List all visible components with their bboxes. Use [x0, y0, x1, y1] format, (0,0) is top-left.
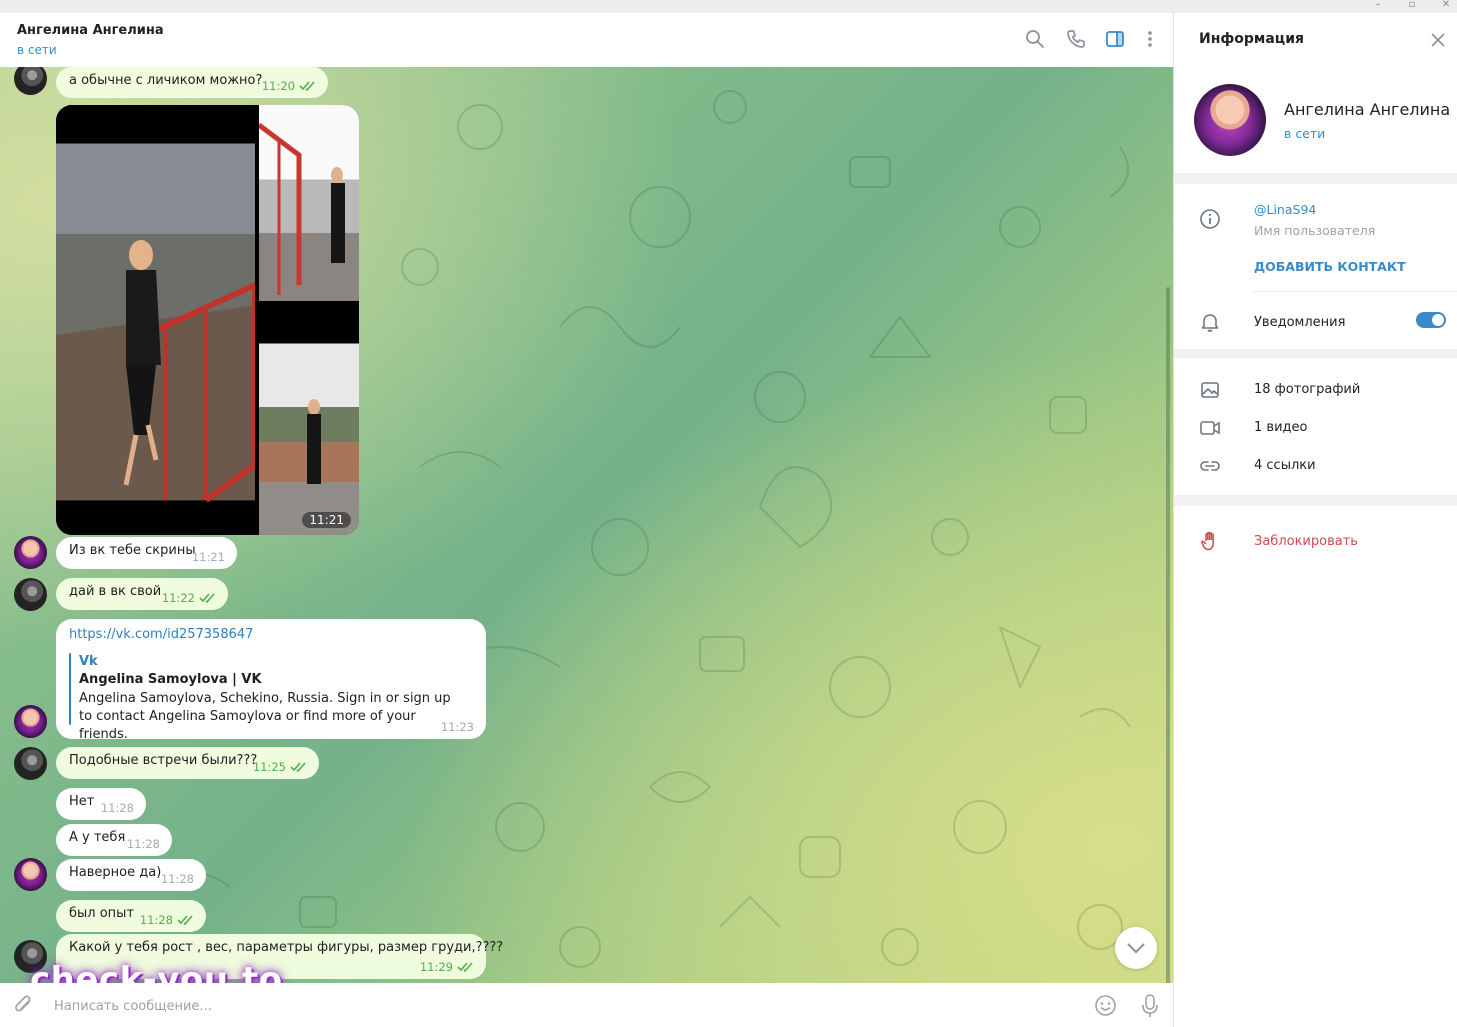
- peer-name[interactable]: Ангелина Ангелина: [17, 23, 164, 38]
- message-incoming[interactable]: А у тебя 11:28: [56, 824, 172, 856]
- message-text: был опыт: [69, 906, 135, 921]
- profile-username[interactable]: @LinaS94: [1254, 202, 1316, 217]
- message-outgoing[interactable]: а обычне с личиком можно? 11:20: [56, 67, 328, 98]
- message-text: Наверное да): [69, 865, 162, 880]
- message-outgoing[interactable]: был опыт 11:28: [56, 900, 206, 932]
- preview-description: Angelina Samoylova, Schekino, Russia. Si…: [79, 691, 451, 742]
- message-time: 11:28: [126, 837, 160, 851]
- message-text: а обычне с личиком можно?: [69, 73, 263, 88]
- block-hand-icon: [1199, 530, 1221, 552]
- double-check-icon: [177, 915, 194, 925]
- info-panel: Информация Ангелина Ангелина в сети @Lin…: [1173, 13, 1457, 1027]
- video-icon: [1199, 417, 1221, 439]
- shared-videos-link[interactable]: 1 видео: [1254, 420, 1307, 435]
- sidebar-toggle-icon[interactable]: [1104, 28, 1126, 50]
- message-link-preview[interactable]: https://vk.com/id257358647 Vk Angelina S…: [56, 619, 486, 742]
- phone-icon[interactable]: [1065, 28, 1087, 50]
- attach-icon[interactable]: [14, 995, 34, 1017]
- my-avatar[interactable]: [14, 578, 47, 611]
- photo-icon: [1199, 379, 1221, 401]
- minimize-icon[interactable]: –: [1372, 0, 1384, 12]
- username-label: Имя пользователя: [1254, 223, 1376, 238]
- profile-status: в сети: [1284, 126, 1326, 141]
- message-incoming[interactable]: Наверное да) 11:28: [56, 859, 206, 891]
- message-time: 11:28: [160, 872, 194, 886]
- peer-avatar[interactable]: [14, 705, 47, 738]
- message-text: дай в вк свой: [69, 584, 162, 599]
- preview-accent-bar: [69, 653, 71, 725]
- double-check-icon: [457, 962, 474, 972]
- info-media-section: 18 фотографий 1 видео 4 ссылки: [1174, 358, 1457, 495]
- photo-thumbnail[interactable]: [259, 105, 359, 318]
- info-profile-section: Информация Ангелина Ангелина в сети: [1174, 13, 1457, 173]
- notifications-toggle[interactable]: [1416, 312, 1446, 328]
- bell-icon: [1199, 311, 1221, 333]
- microphone-icon[interactable]: [1140, 993, 1160, 1019]
- peer-avatar[interactable]: [14, 536, 47, 569]
- message-outgoing[interactable]: дай в вк свой 11:22: [56, 578, 228, 610]
- message-time: 11:29: [419, 960, 453, 974]
- peer-avatar[interactable]: [14, 858, 47, 891]
- add-contact-button[interactable]: ДОБАВИТЬ КОНТАКТ: [1254, 259, 1406, 274]
- message-time: 11:21: [302, 512, 351, 528]
- divider: [1252, 291, 1457, 292]
- double-check-icon: [299, 81, 316, 91]
- message-input-bar: [0, 983, 1173, 1027]
- message-text: Из вк тебе скрины: [69, 543, 196, 558]
- my-avatar[interactable]: [14, 747, 47, 780]
- chevron-down-icon: [1127, 943, 1145, 954]
- notifications-label: Уведомления: [1254, 315, 1346, 330]
- peer-status: в сети: [17, 43, 57, 57]
- message-incoming[interactable]: Из вк тебе скрины 11:21: [56, 537, 237, 569]
- message-time: 11:20: [261, 79, 295, 93]
- double-check-icon: [199, 593, 216, 603]
- message-text: Какой у тебя рост , вес, параметры фигур…: [69, 940, 504, 955]
- preview-site-name: Vk: [79, 654, 98, 669]
- message-time: 11:21: [191, 550, 225, 564]
- message-incoming[interactable]: Нет 11:28: [56, 788, 146, 820]
- chat-scrollbar[interactable]: [1166, 287, 1170, 983]
- shared-photos-link[interactable]: 18 фотографий: [1254, 382, 1360, 397]
- scroll-to-bottom-button[interactable]: [1115, 927, 1157, 969]
- chat-messages-area[interactable]: а обычне с личиком можно? 11:20 11:21 Из…: [0, 67, 1173, 983]
- more-vertical-icon[interactable]: [1139, 28, 1161, 50]
- message-text: Подобные встречи были???: [69, 753, 258, 768]
- message-text: А у тебя: [69, 830, 126, 845]
- message-text: Нет: [69, 794, 95, 809]
- message-time: 11:25: [252, 760, 286, 774]
- message-time: 11:23: [440, 720, 474, 734]
- photo-thumbnail[interactable]: [56, 105, 255, 535]
- block-user-button[interactable]: Заблокировать: [1254, 534, 1358, 549]
- link-icon: [1199, 455, 1221, 477]
- window-title-bar: – ▫ ✕: [0, 0, 1457, 13]
- close-window-icon[interactable]: ✕: [1440, 0, 1452, 12]
- message-input[interactable]: [52, 993, 1056, 1019]
- info-icon: [1199, 208, 1221, 230]
- double-check-icon: [290, 762, 307, 772]
- maximize-icon[interactable]: ▫: [1406, 0, 1418, 12]
- search-icon[interactable]: [1024, 28, 1046, 50]
- info-details-section: @LinaS94 Имя пользователя ДОБАВИТЬ КОНТА…: [1174, 184, 1457, 349]
- message-time: 11:28: [139, 913, 173, 927]
- photo-album[interactable]: 11:21: [56, 105, 359, 535]
- photo-thumbnail[interactable]: [259, 322, 359, 535]
- chat-header: Ангелина Ангелина в сети: [0, 13, 1173, 68]
- preview-title: Angelina Samoylova | VK: [79, 672, 262, 687]
- profile-name: Ангелина Ангелина: [1284, 100, 1451, 119]
- profile-avatar[interactable]: [1194, 84, 1266, 156]
- message-outgoing[interactable]: Подобные встречи были??? 11:25: [56, 747, 319, 779]
- info-panel-title: Информация: [1199, 31, 1304, 47]
- info-actions-section: Заблокировать: [1174, 506, 1457, 1027]
- message-link[interactable]: https://vk.com/id257358647: [69, 627, 253, 642]
- shared-links-link[interactable]: 4 ссылки: [1254, 458, 1316, 473]
- close-icon[interactable]: [1430, 32, 1446, 48]
- message-time: 11:22: [161, 591, 195, 605]
- message-time: 11:28: [100, 801, 134, 815]
- emoji-icon[interactable]: [1094, 994, 1117, 1017]
